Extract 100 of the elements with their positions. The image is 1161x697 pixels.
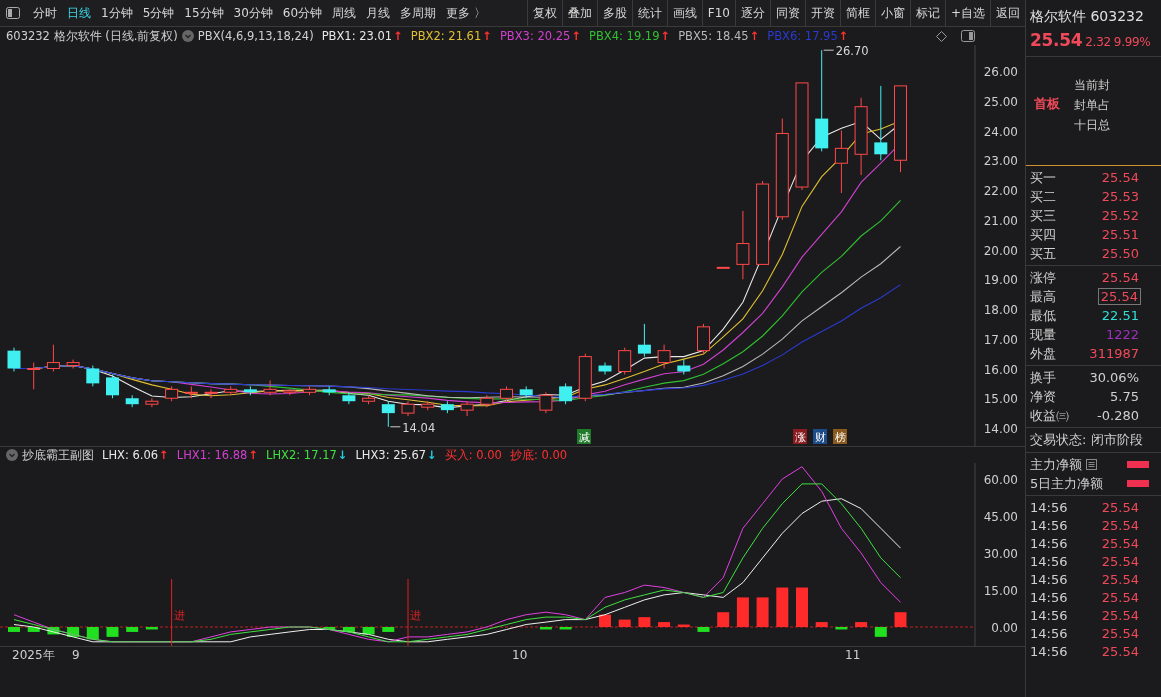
price-axis-label: 15.00	[983, 392, 1018, 407]
panel-toggle-icon[interactable]	[961, 30, 975, 42]
period-tab[interactable]: 1分钟	[96, 4, 138, 22]
indicator-value: LHX3: 25.67	[355, 448, 427, 462]
stat-value: 30.06%	[1088, 370, 1140, 385]
price-change: 2.32	[1085, 35, 1111, 49]
period-tab[interactable]: 多周期	[395, 4, 442, 22]
tick-time: 14:56	[1030, 589, 1068, 605]
stat-label: 收益㈢	[1030, 406, 1069, 425]
event-tag[interactable]: 财	[813, 429, 827, 444]
period-tab[interactable]: 5分钟	[137, 4, 180, 22]
indicator-name: 抄底霸王副图	[22, 447, 94, 463]
tick-price: 25.54	[1100, 589, 1140, 605]
tick-time: 14:56	[1030, 625, 1068, 641]
price-axis-label: 18.00	[983, 303, 1018, 317]
trend-arrow: ↑	[482, 29, 492, 43]
period-tab[interactable]: 30分钟	[228, 4, 278, 22]
bid-price: 25.53	[1100, 189, 1140, 204]
candle	[539, 391, 553, 414]
price-axis-label: 25.00	[983, 94, 1018, 109]
period-tab[interactable]: 月线	[361, 4, 396, 22]
stat-value: 311987	[1088, 346, 1140, 361]
indicator-value: 抄底: 0.00	[509, 447, 568, 463]
dropdown-icon[interactable]	[6, 449, 18, 461]
stat-value: -0.280	[1096, 408, 1140, 423]
bid-label: 买三	[1030, 206, 1056, 225]
candle	[27, 362, 41, 390]
leader-line	[823, 49, 835, 51]
candle	[303, 385, 316, 396]
panel-toggle-icon[interactable]	[6, 7, 20, 19]
indicator-value: PBX1: 23.01	[321, 29, 393, 43]
bid-price: 25.52	[1100, 208, 1140, 223]
tick-price: 25.54	[1100, 535, 1140, 551]
date-axis-label: 2025年	[12, 648, 55, 662]
event-tag[interactable]: 减	[577, 429, 591, 444]
indicator-value: 买入: 0.00	[444, 447, 502, 463]
dropdown-icon[interactable]	[181, 30, 194, 42]
flow-bar	[1127, 480, 1149, 487]
period-tab[interactable]: 15分钟	[179, 4, 229, 22]
period-tab[interactable]: 更多 〉	[441, 4, 491, 22]
price-axis-label: 16.00	[983, 362, 1018, 377]
indicator-value: PBX2: 21.61	[410, 29, 482, 43]
candle	[184, 385, 198, 399]
candle	[165, 385, 179, 402]
histogram-bar	[835, 627, 848, 630]
candle	[500, 385, 513, 402]
stat-value: 25.54	[1097, 288, 1141, 305]
stat-label: 涨停	[1030, 268, 1056, 287]
histogram-bar	[756, 597, 769, 627]
board-label: 首板	[1034, 95, 1060, 113]
note-text: 封单占	[1074, 97, 1110, 114]
candle	[834, 130, 848, 194]
indicator-axis-label: 45.00	[983, 510, 1018, 524]
histogram-bar	[855, 622, 868, 627]
histogram-bar	[796, 587, 808, 627]
candle	[263, 379, 277, 396]
histogram-bar	[658, 622, 671, 627]
candle	[657, 344, 671, 369]
histogram-bar	[323, 627, 336, 630]
candle	[460, 400, 474, 417]
candle	[243, 385, 257, 396]
leader-line	[389, 426, 401, 428]
tick-time: 14:56	[1030, 517, 1068, 533]
candle	[362, 394, 376, 405]
tick-time: 14:56	[1030, 643, 1068, 659]
indicator-name: PBX(4,6,9,13,18,24)	[197, 29, 314, 43]
trend-arrow: ↑	[838, 29, 849, 43]
candle	[519, 385, 533, 399]
histogram-bar	[618, 619, 631, 627]
bid-label: 买四	[1030, 225, 1056, 244]
candle	[598, 362, 612, 375]
tick-price: 25.54	[1100, 625, 1140, 641]
tick-time: 14:56	[1030, 607, 1068, 623]
price-axis-label: 22.00	[983, 184, 1018, 198]
period-tab[interactable]: 分时	[28, 4, 62, 22]
tick-time: 14:56	[1030, 535, 1068, 551]
diamond-icon[interactable]	[936, 30, 947, 42]
histogram-bar	[362, 627, 375, 635]
histogram-bar	[874, 627, 887, 637]
period-tab[interactable]: 60分钟	[277, 4, 328, 22]
event-tag[interactable]: 榜	[833, 429, 847, 444]
trading-status: 交易状态: 闭市阶段	[1026, 427, 1161, 452]
candle	[480, 394, 494, 408]
period-tab[interactable]: 周线	[327, 4, 362, 22]
date-axis-label: 9	[72, 648, 80, 662]
candle	[559, 382, 573, 405]
candle	[677, 359, 691, 375]
candle	[125, 394, 139, 408]
indicator-axis-label: 60.00	[983, 473, 1018, 487]
candle	[7, 347, 21, 372]
period-tab[interactable]: 日线	[62, 4, 96, 22]
event-tag[interactable]: 涨	[793, 429, 807, 444]
candle	[204, 388, 218, 399]
indicator-value: PBX6: 17.95	[767, 29, 838, 43]
candle	[381, 400, 395, 428]
chart-title: 603232 格尔软件 (日线.前复权)	[6, 28, 178, 44]
price-axis-label: 21.00	[983, 213, 1018, 228]
price-axis-label: 14.00	[983, 422, 1018, 436]
indicator-axis-label: 0.00	[991, 621, 1018, 635]
list-icon[interactable]	[1086, 459, 1097, 470]
